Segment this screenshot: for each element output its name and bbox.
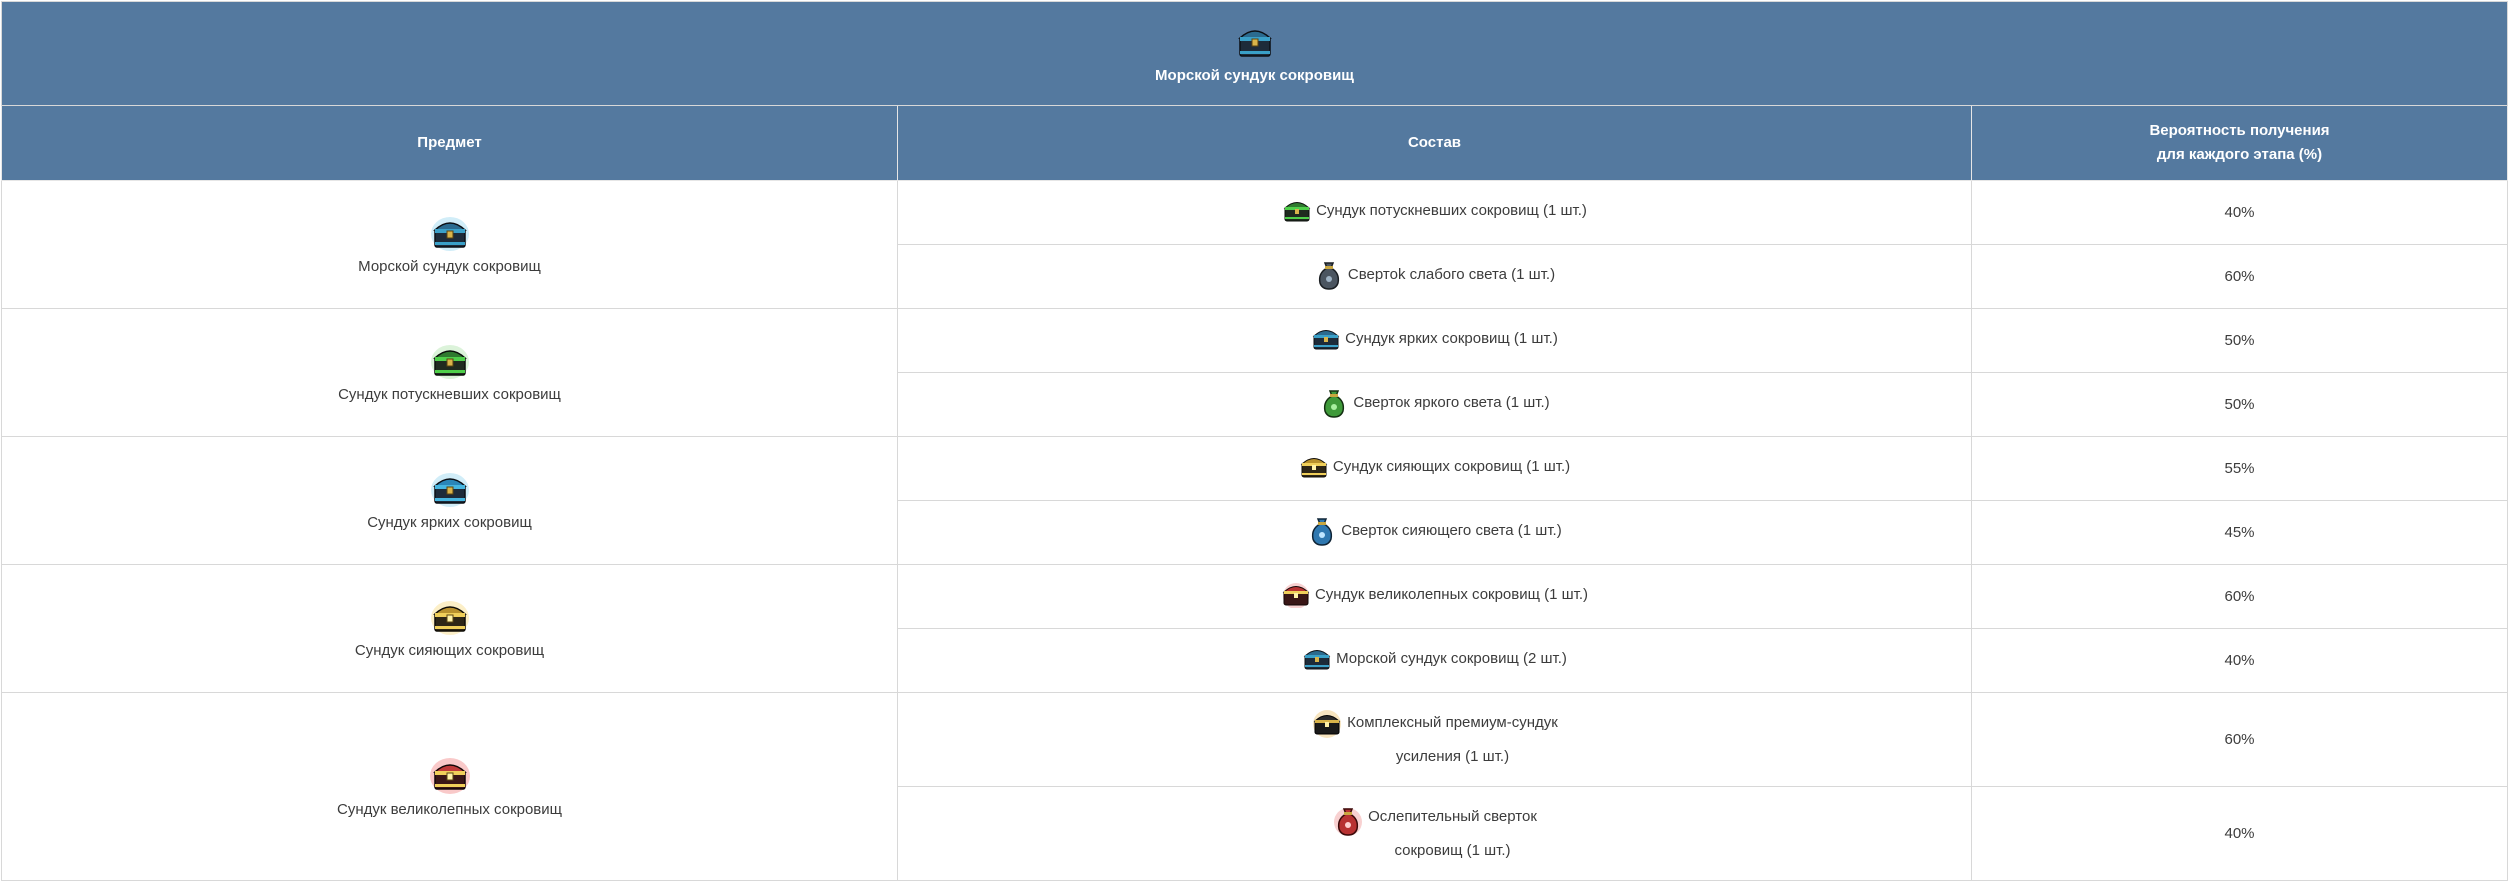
composition-cell: Сундук великолепных сокровищ (1 шт.) (897, 564, 1972, 629)
blue-chest-icon (430, 473, 469, 507)
sea-chest-icon (430, 217, 469, 251)
gold-chest-icon (430, 601, 469, 635)
blue-pouch-icon (1312, 518, 1333, 546)
composition-cell: Комплексный премиум-сундук усиления (1 ш… (897, 692, 1972, 787)
composition-cell: Сундук сияющих сокровищ (1 шт.) (897, 436, 1972, 501)
item-cell: Сундук великолепных сокровищ (1, 692, 898, 881)
green-chest-icon (430, 345, 469, 379)
table-row: Сундук сияющих сокровищ Сундук великолеп… (1, 564, 2508, 693)
probability-cell: 50% (1970, 372, 2508, 437)
composition-cell: Сундук ярких сокровищ (1 шт.) (897, 308, 1972, 373)
item-cell: Сундук ярких сокровищ (1, 436, 898, 565)
table-title-cell: Морской сундук сокровищ (0, 1, 2508, 106)
gray-pouch-icon (1318, 262, 1339, 290)
probability-cell: 40% (1970, 628, 2508, 693)
table-title: Морской сундук сокровищ (1155, 67, 1354, 84)
premium-chest-icon (1313, 709, 1342, 738)
treasure-chest-table: Морской сундук сокровищ Предмет Состав В… (0, 1, 2508, 881)
composition-cell: Сундук потускневших сокровищ (1 шт.) (897, 180, 1972, 245)
probability-cell: 45% (1970, 500, 2508, 565)
composition-cell: Морской сундук сокровищ (2 шт.) (897, 628, 1972, 693)
column-header-composition: Состав (897, 105, 1972, 181)
sea-chest-icon (1237, 30, 1272, 57)
composition-cell: Сверток сияющего света (1 шт.) (897, 500, 1972, 565)
composition-cell: Свертоk слабого света (1 шт.) (897, 244, 1972, 309)
item-cell: Сундук сияющих сокровищ (1, 564, 898, 693)
probability-cell: 50% (1970, 308, 2508, 373)
probability-cell: 40% (1970, 180, 2508, 245)
blue-chest-icon (1312, 330, 1340, 350)
red-chest-icon (429, 758, 470, 794)
probability-cell: 60% (1970, 692, 2508, 787)
column-header-item: Предмет (1, 105, 898, 181)
composition-cell: Сверток яркого света (1 шт.) (897, 372, 1972, 437)
item-cell: Сундук потускневших сокровищ (1, 308, 898, 437)
probability-cell: 40% (1970, 786, 2508, 881)
green-chest-icon (1283, 202, 1311, 222)
probability-cell: 60% (1970, 564, 2508, 629)
table-row: Сундук потускневших сокровищ Сундук ярки… (1, 308, 2508, 437)
column-header-probability: Вероятность получения для каждого этапа (… (1970, 105, 2508, 181)
probability-cell: 55% (1970, 436, 2508, 501)
table-row: Сундук ярких сокровищ Сундук сияющих сок… (1, 436, 2508, 565)
gold-chest-icon (1300, 458, 1328, 478)
red-chest-icon (1282, 583, 1310, 608)
item-cell: Морской сундук сокровищ (1, 180, 898, 309)
table-row: Морской сундук сокровищ Сундук потускнев… (1, 180, 2508, 309)
table-row: Сундук великолепных сокровищ Комплексный… (1, 692, 2508, 881)
green-pouch-icon (1324, 390, 1345, 418)
composition-cell: Ослепительный сверток сокровищ (1 шт.) (897, 786, 1972, 881)
probability-cell: 60% (1970, 244, 2508, 309)
sea-chest-icon (1303, 650, 1331, 670)
red-pouch-icon (1334, 807, 1363, 836)
